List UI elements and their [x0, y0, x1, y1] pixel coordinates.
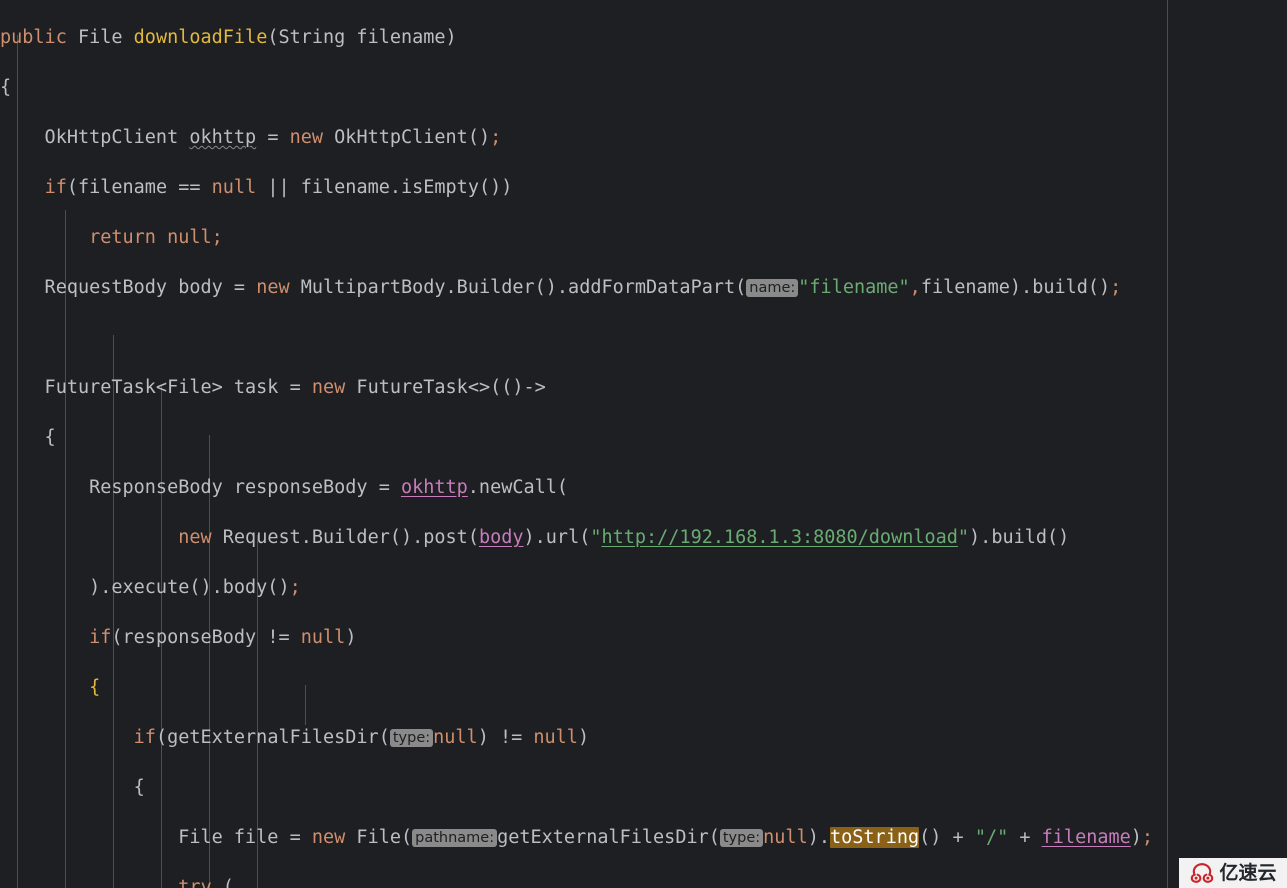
inlay-hint-pathname: pathname:: [412, 829, 498, 847]
code-line: RequestBody body = new MultipartBody.Bui…: [0, 277, 1122, 298]
code-line: if(responseBody != null): [89, 627, 357, 648]
code-line: {: [89, 677, 101, 698]
inlay-hint-name: name:: [746, 279, 799, 297]
code-line: {: [0, 777, 145, 798]
inlay-hint-type: type:: [719, 829, 764, 847]
code-line: if(getExternalFilesDir(type: null) != nul…: [133, 727, 590, 748]
code-line: if(filename == null || filename.isEmpty(…: [44, 177, 513, 198]
code-line: return null;: [89, 227, 223, 248]
code-line: {: [0, 77, 12, 98]
code-line: OkHttpClient okhttp = new OkHttpClient()…: [0, 127, 502, 148]
usage-highlight-tostring: toString: [830, 827, 920, 848]
inlay-hint-type: type:: [389, 729, 434, 747]
code-line: try (: [178, 877, 234, 888]
watermark-text: 亿速云: [1219, 861, 1277, 884]
code-line: FutureTask<File> task = new FutureTask<>…: [0, 377, 546, 398]
code-line: ).execute().body();: [0, 577, 301, 598]
code-line: {: [0, 427, 56, 448]
code-editor[interactable]: public File downloadFile(String filename…: [0, 0, 1287, 888]
code-content[interactable]: public File downloadFile(String filename…: [0, 0, 1287, 888]
code-line: ResponseBody responseBody = okhttp.newCa…: [0, 477, 569, 498]
cloud-icon: [1191, 863, 1214, 883]
code-line: public File downloadFile(String filename…: [0, 27, 457, 48]
code-line: File file = new File(pathname: getExterna…: [0, 827, 1154, 848]
code-line: new Request.Builder().post(body).url("ht…: [178, 527, 1070, 548]
watermark: 亿速云: [1179, 858, 1287, 888]
